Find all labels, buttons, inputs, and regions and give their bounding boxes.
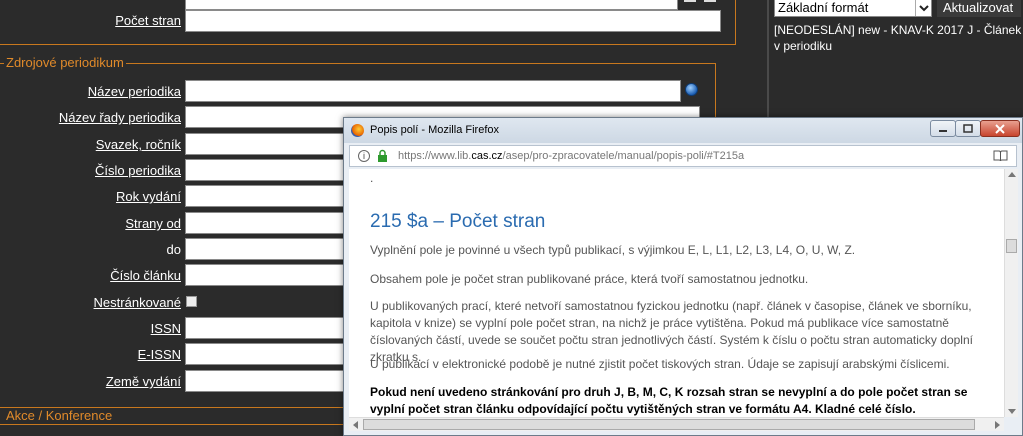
url-text[interactable]: https://www.lib.cas.cz/asep/pro-zpracova… [398, 150, 744, 162]
url-suffix: /asep/pro-zpracovatele/manual/popis-poli… [502, 150, 745, 162]
url-domain: cas.cz [471, 150, 503, 162]
scroll-right-icon[interactable] [995, 421, 1001, 429]
scroll-up-icon[interactable] [1008, 171, 1016, 177]
field-label-volume[interactable]: Svazek, ročník [96, 137, 181, 152]
firefox-icon [351, 124, 364, 137]
unpaged-checkbox[interactable] [186, 296, 197, 307]
scroll-down-icon[interactable] [1008, 409, 1016, 415]
update-button[interactable]: Aktualizovat [937, 0, 1021, 17]
field-label-pages-from[interactable]: Strany od [125, 216, 181, 231]
field-label-issue[interactable]: Číslo periodika [95, 163, 181, 178]
partial-icon [684, 0, 696, 2]
pages-label[interactable]: Počet stran [115, 13, 181, 28]
field-label-periodical-name[interactable]: Název periodika [88, 84, 181, 99]
field-label-series-name[interactable]: Název řady periodika [59, 110, 181, 125]
firefox-popup-window: Popis polí - Mozilla Firefox i https://w… [343, 117, 1023, 436]
section-source-periodical: Zdrojové periodikum [4, 55, 126, 70]
lock-icon [378, 149, 387, 162]
popup-title: Popis polí - Mozilla Firefox [370, 124, 499, 136]
paragraph-content: Obsahem pole je počet stran publikované … [370, 272, 809, 286]
paragraph-mandatory: Vyplnění pole je povinné u všech typů pu… [370, 243, 856, 257]
vertical-scrollbar[interactable] [1004, 169, 1018, 417]
popup-titlebar[interactable]: Popis polí - Mozilla Firefox [344, 118, 1022, 143]
fieldset-prev-border [0, 44, 736, 45]
format-select[interactable]: Základní formát [774, 0, 932, 17]
issn-label[interactable]: ISSN [151, 321, 181, 336]
url-prefix: https://www.lib. [398, 150, 472, 162]
chevron-down-icon[interactable] [915, 0, 931, 16]
globe-icon[interactable] [685, 83, 698, 96]
reader-view-icon[interactable] [993, 150, 1008, 162]
info-icon[interactable]: i [358, 150, 370, 162]
close-button[interactable] [980, 120, 1020, 137]
unpaged-label[interactable]: Nestránkované [94, 295, 181, 310]
maximize-button[interactable] [955, 120, 981, 137]
minimize-button[interactable] [930, 120, 956, 137]
page-heading: 215 $a – Počet stran [370, 211, 546, 232]
page-content: . 215 $a – Počet stran Vyplnění pole je … [349, 169, 1004, 417]
vertical-scroll-thumb[interactable] [1006, 239, 1017, 253]
section-event: Akce / Konference [4, 408, 115, 423]
horizontal-scroll-thumb[interactable] [363, 419, 975, 430]
paragraph-no-pagination: Pokud není uvedeno stránkování pro druh … [370, 385, 968, 416]
periodical-name-input[interactable] [185, 80, 681, 102]
format-select-value: Základní formát [778, 0, 869, 15]
partial-icon-2 [704, 0, 716, 2]
record-link[interactable]: [NEODESLÁN] new - KNAV-K 2017 J - Článek… [774, 22, 1023, 54]
url-bar[interactable]: i https://www.lib.cas.cz/asep/pro-zpraco… [349, 145, 1017, 167]
paragraph-electronic: U publikací v elektronické podobě je nut… [370, 357, 950, 371]
pages-input[interactable] [185, 10, 721, 32]
top-partial-field[interactable] [185, 0, 678, 10]
field-label-year[interactable]: Rok vydání [116, 189, 181, 204]
content-dot: . [370, 171, 374, 185]
field-label-pages-to: do [166, 242, 181, 257]
field-label-article-number[interactable]: Číslo článku [110, 268, 181, 283]
country-label[interactable]: Země vydání [106, 374, 181, 389]
scroll-left-icon[interactable] [352, 421, 358, 429]
horizontal-scrollbar[interactable] [349, 417, 1004, 431]
eissn-label[interactable]: E-ISSN [138, 347, 181, 362]
fieldset-prev-right [735, 0, 736, 45]
